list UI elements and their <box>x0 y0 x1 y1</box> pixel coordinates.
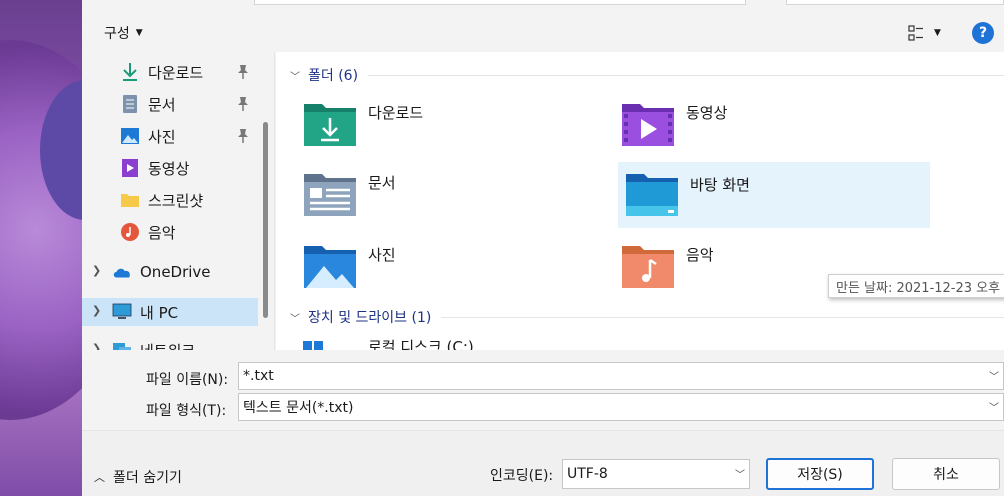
folder-pictures[interactable]: 사진 <box>276 238 588 302</box>
save-button[interactable]: 저장(S) <box>766 458 874 490</box>
folder-documents[interactable]: 문서 <box>276 166 588 230</box>
caret-down-icon: ▼ <box>135 28 143 38</box>
folder-label: 음악 <box>686 246 714 264</box>
filename-input[interactable]: *.txt ﹀ <box>238 362 1004 390</box>
pictures-folder-icon <box>302 242 358 290</box>
group-title: 장치 및 드라이브 (1) <box>308 310 432 326</box>
download-icon <box>120 62 140 82</box>
save-dialog: 구성 ▼ ▼ ? 다운로드 문서 사진 동영상 스크린샷 음악 ❯ OneDri… <box>82 0 1004 496</box>
group-title: 폴더 (6) <box>308 68 359 84</box>
filetype-value: 텍스트 문서(*.txt) <box>243 400 354 416</box>
command-bar: 구성 ▼ ▼ ? <box>82 14 1004 52</box>
download-folder-icon <box>302 100 358 148</box>
documents-folder-icon <box>302 170 358 218</box>
organize-label: 구성 <box>104 26 130 42</box>
nav-item-pictures[interactable]: 사진 <box>82 122 258 150</box>
chevron-right-icon[interactable]: ❯ <box>92 264 104 280</box>
footer-bar: ︿ 폴더 숨기기 인코딩(E): UTF-8 ﹀ 저장(S) 취소 <box>82 430 1004 496</box>
folder-label: 동영상 <box>686 104 728 122</box>
nav-item-music[interactable]: 음악 <box>82 218 258 246</box>
nav-item-label: OneDrive <box>140 263 211 281</box>
address-area <box>82 0 1004 8</box>
chevron-right-icon[interactable]: ❯ <box>92 304 104 320</box>
videos-icon <box>120 158 140 178</box>
windows-drive-icon <box>302 340 326 350</box>
help-button[interactable]: ? <box>972 22 994 44</box>
filename-label: 파일 이름(N): <box>146 372 229 388</box>
nav-item-documents[interactable]: 문서 <box>82 90 258 118</box>
hide-folders-label: 폴더 숨기기 <box>113 470 182 486</box>
nav-item-onedrive[interactable]: ❯ OneDrive <box>82 258 258 286</box>
nav-item-label: 네트워크 <box>140 340 195 351</box>
pane-divider[interactable] <box>274 52 275 350</box>
nav-item-this-pc[interactable]: ❯ 내 PC <box>82 298 258 326</box>
document-icon <box>120 94 140 114</box>
chevron-down-icon[interactable]: ﹀ <box>276 310 300 325</box>
nav-item-screenshots[interactable]: 스크린샷 <box>82 186 258 214</box>
chevron-down-icon[interactable]: ﹀ <box>989 399 999 414</box>
encoding-label: 인코딩(E): <box>490 468 554 484</box>
filetype-select[interactable]: 텍스트 문서(*.txt) ﹀ <box>238 393 1004 421</box>
organize-button[interactable]: 구성 ▼ <box>96 20 151 46</box>
filename-value: *.txt <box>243 368 274 384</box>
pictures-icon <box>120 126 140 146</box>
pin-icon[interactable] <box>236 96 250 112</box>
folder-icon <box>120 190 140 210</box>
folder-label: 다운로드 <box>368 104 424 122</box>
desktop-wallpaper <box>0 0 82 496</box>
folder-label: 사진 <box>368 246 396 264</box>
folder-label: 문서 <box>368 174 396 192</box>
chevron-up-icon: ︿ <box>94 471 105 484</box>
tooltip: 만든 날짜: 2021-12-23 오후 4:51 <box>828 274 1004 298</box>
content-pane: ﹀ 폴더 (6) 다운로드 동영상 문서 바탕 화면 사진 음악 ﹀ 장치 및 … <box>276 52 1004 350</box>
drive-label: 로컬 디스크 (C:) <box>368 338 474 350</box>
nav-item-label: 다운로드 <box>148 63 204 82</box>
chevron-down-icon[interactable]: ﹀ <box>276 68 300 83</box>
folders-group-header[interactable]: ﹀ 폴더 (6) <box>276 64 1004 86</box>
desktop-folder-icon <box>624 170 680 218</box>
nav-item-label: 음악 <box>148 223 176 242</box>
drive-c[interactable]: 로컬 디스크 (C:) <box>276 336 588 350</box>
address-bar[interactable] <box>254 0 746 5</box>
cancel-button[interactable]: 취소 <box>892 458 1000 490</box>
chevron-down-icon[interactable]: ﹀ <box>735 466 745 481</box>
encoding-value: UTF-8 <box>567 466 608 482</box>
folder-desktop[interactable]: 바탕 화면 <box>618 162 930 228</box>
network-icon <box>112 340 132 350</box>
save-form: 파일 이름(N): *.txt ﹀ 파일 형식(T): 텍스트 문서(*.txt… <box>82 350 1004 496</box>
videos-folder-icon <box>620 100 676 148</box>
folder-videos[interactable]: 동영상 <box>594 96 906 160</box>
hide-folders-toggle[interactable]: ︿ 폴더 숨기기 <box>94 467 182 487</box>
music-folder-icon <box>620 242 676 290</box>
folder-downloads[interactable]: 다운로드 <box>276 96 588 160</box>
music-icon <box>120 222 140 242</box>
nav-item-label: 문서 <box>148 95 176 114</box>
nav-item-downloads[interactable]: 다운로드 <box>82 58 258 86</box>
nav-item-label: 내 PC <box>140 303 179 322</box>
nav-item-network[interactable]: ❯ 네트워크 <box>82 336 258 350</box>
folder-label: 바탕 화면 <box>690 176 750 194</box>
divider <box>441 316 1004 318</box>
nav-scrollbar[interactable] <box>263 122 268 318</box>
chevron-right-icon[interactable]: ❯ <box>92 342 104 350</box>
encoding-select[interactable]: UTF-8 ﹀ <box>562 459 750 489</box>
pin-icon[interactable] <box>236 128 250 144</box>
onedrive-icon <box>112 262 132 282</box>
pin-icon[interactable] <box>236 64 250 80</box>
chevron-down-icon[interactable]: ﹀ <box>989 368 999 383</box>
caret-down-icon: ▼ <box>934 28 941 38</box>
drives-group-header[interactable]: ﹀ 장치 및 드라이브 (1) <box>276 306 1004 328</box>
view-icon <box>908 25 923 41</box>
pc-icon <box>112 302 132 322</box>
navigation-pane: 다운로드 문서 사진 동영상 스크린샷 음악 ❯ OneDrive ❯ 내 PC… <box>82 52 274 350</box>
search-box[interactable] <box>786 0 1004 5</box>
divider <box>368 74 1004 76</box>
nav-item-label: 동영상 <box>148 159 190 178</box>
view-options-button[interactable]: ▼ <box>902 20 950 46</box>
nav-item-videos[interactable]: 동영상 <box>82 154 258 182</box>
nav-item-label: 사진 <box>148 127 176 146</box>
nav-item-label: 스크린샷 <box>148 191 204 210</box>
filetype-label: 파일 형식(T): <box>146 403 227 419</box>
